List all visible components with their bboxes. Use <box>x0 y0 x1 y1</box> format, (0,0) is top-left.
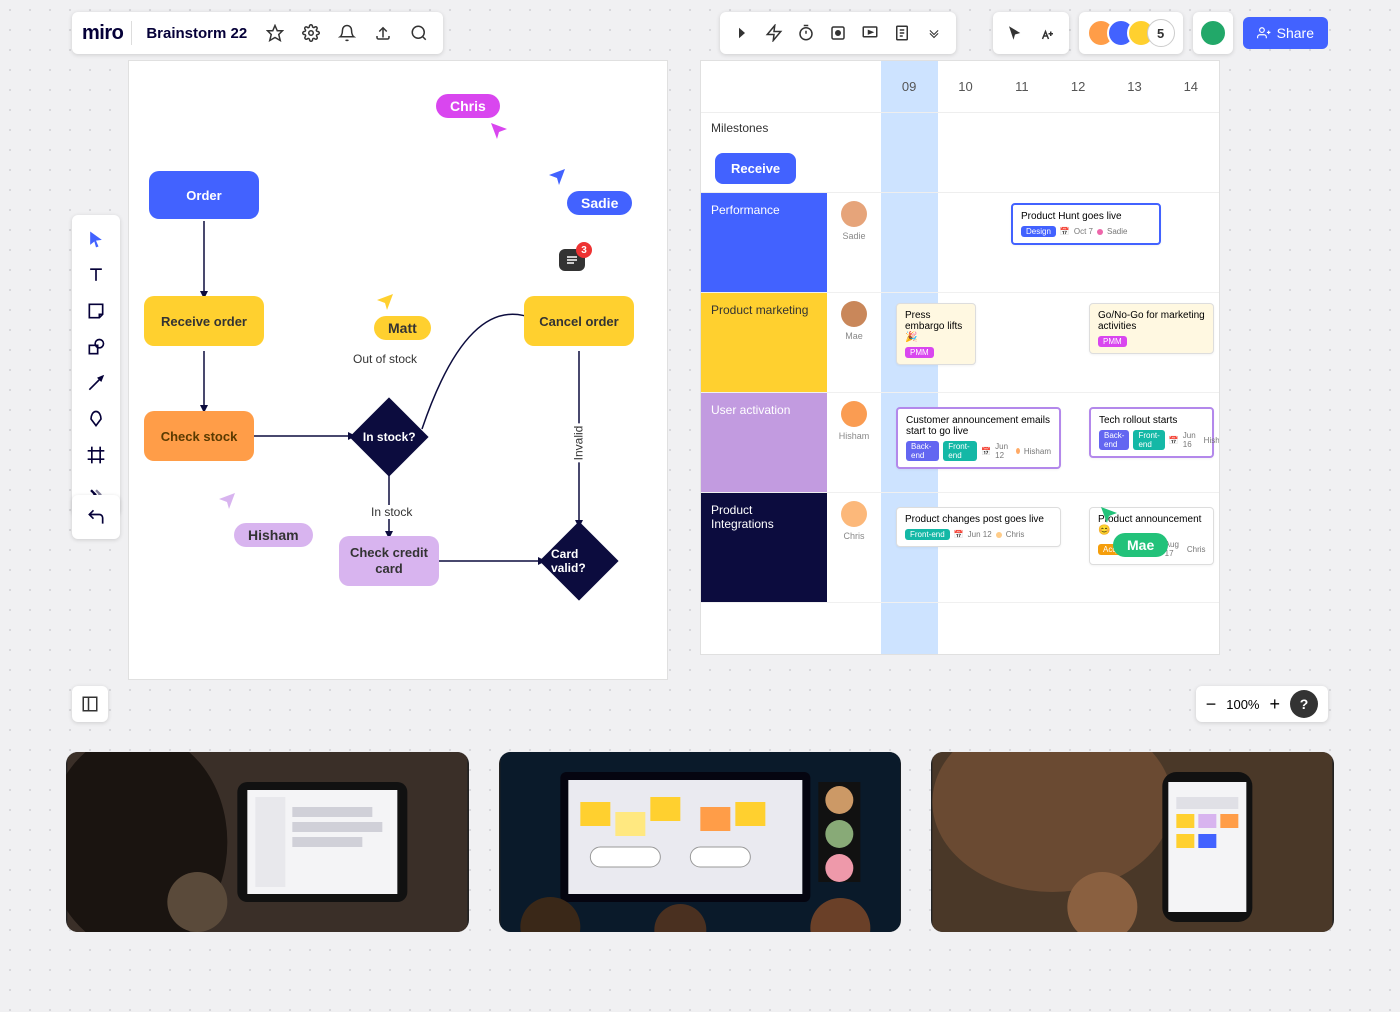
notes-icon[interactable] <box>888 19 916 47</box>
frame-tool[interactable] <box>78 439 114 471</box>
zoom-bar: − 100% + ? <box>1196 686 1328 722</box>
promo-tv[interactable] <box>499 752 902 932</box>
col-13: 13 <box>1106 79 1162 94</box>
line-tool[interactable] <box>78 367 114 399</box>
board-title[interactable]: Brainstorm 22 <box>140 25 253 42</box>
frames-panel-button[interactable] <box>72 686 108 722</box>
row-integrations: Product Integrations Chris Product chang… <box>701 493 1219 603</box>
timeline-header: 09 10 11 12 13 14 <box>701 61 1219 113</box>
node-receive[interactable]: Receive order <box>144 296 264 346</box>
more-apps-icon[interactable] <box>920 19 948 47</box>
row-avatar[interactable] <box>841 301 867 327</box>
card-pm1[interactable]: Press embargo lifts 🎉 PMM <box>896 303 976 365</box>
share-label: Share <box>1277 25 1314 41</box>
apps-bar <box>720 12 956 54</box>
bolt-icon[interactable] <box>760 19 788 47</box>
own-avatar[interactable] <box>1199 19 1227 47</box>
card-ua2[interactable]: Tech rollout starts Back-endFront-end📅Ju… <box>1089 407 1214 458</box>
row-avatar[interactable] <box>841 501 867 527</box>
milestone-receive[interactable]: Receive <box>715 153 796 184</box>
col-09: 09 <box>881 79 937 94</box>
card-ua1[interactable]: Customer announcement emails start to go… <box>896 407 1061 469</box>
node-card-valid[interactable]: Card valid? <box>539 521 618 600</box>
card-perf[interactable]: Product Hunt goes live Design📅Oct 7Sadie <box>1011 203 1161 245</box>
timer-icon[interactable] <box>792 19 820 47</box>
reactions-icon[interactable] <box>1033 19 1061 47</box>
cursor-sadie: Sadie <box>567 191 632 215</box>
collab-bar: 5 Share <box>993 12 1328 54</box>
row-marketing: Product marketing Mae Press embargo lift… <box>701 293 1219 393</box>
row-avatar[interactable] <box>841 401 867 427</box>
bell-icon[interactable] <box>333 19 361 47</box>
app-logo[interactable]: miro <box>82 22 123 45</box>
comment-count: 3 <box>576 242 592 258</box>
label-in-stock: In stock <box>369 505 414 519</box>
zoom-out[interactable]: − <box>1206 694 1217 715</box>
label-invalid: Invalid <box>571 424 585 463</box>
share-button[interactable]: Share <box>1243 17 1328 49</box>
card-pm2[interactable]: Go/No-Go for marketing activities PMM <box>1089 303 1214 354</box>
card-pi1[interactable]: Product changes post goes live Front-end… <box>896 507 1061 547</box>
pen-tool[interactable] <box>78 403 114 435</box>
col-12: 12 <box>1050 79 1106 94</box>
zoom-in[interactable]: + <box>1269 694 1280 715</box>
row-label: User activation <box>701 393 827 492</box>
col-11: 11 <box>994 79 1050 94</box>
sticky-tool[interactable] <box>78 295 114 327</box>
caret-right-icon[interactable] <box>728 19 756 47</box>
undo-bar <box>72 495 120 539</box>
cursor-chris: Chris <box>436 94 500 118</box>
cursor-matt-ptr <box>377 294 397 314</box>
cursor-hisham-ptr <box>219 493 239 513</box>
comment-icon[interactable]: 3 <box>559 249 585 271</box>
cursor-tool-icon[interactable] <box>1001 19 1029 47</box>
row-label: Performance <box>701 193 827 292</box>
help-button[interactable]: ? <box>1290 690 1318 718</box>
export-icon[interactable] <box>369 19 397 47</box>
node-check-card[interactable]: Check credit card <box>339 536 439 586</box>
side-toolbar <box>72 215 120 515</box>
row-performance: Performance Sadie Product Hunt goes live… <box>701 193 1219 293</box>
cursor-hisham: Hisham <box>234 523 313 547</box>
record-icon[interactable] <box>824 19 852 47</box>
text-tool[interactable] <box>78 259 114 291</box>
label-out-of-stock: Out of stock <box>351 352 419 366</box>
zoom-level[interactable]: 100% <box>1226 697 1259 712</box>
row-activation: User activation Hisham Customer announce… <box>701 393 1219 493</box>
undo-button[interactable] <box>78 501 114 533</box>
cursor-chris-ptr <box>491 123 511 143</box>
cursor-matt: Matt <box>374 316 431 340</box>
cursor-mae-ptr <box>1101 507 1121 527</box>
header-bar: miro Brainstorm 22 <box>72 12 443 54</box>
col-10: 10 <box>937 79 993 94</box>
promo-phone[interactable] <box>931 752 1334 932</box>
milestones-label: Milestones <box>711 121 768 135</box>
col-14: 14 <box>1163 79 1219 94</box>
row-label: Product Integrations <box>701 493 827 602</box>
promo-tablet[interactable] <box>66 752 469 932</box>
timeline-frame[interactable]: 09 10 11 12 13 14 Milestones Receive Per… <box>700 60 1220 655</box>
shape-tool[interactable] <box>78 331 114 363</box>
avatar-overflow[interactable]: 5 <box>1147 19 1175 47</box>
present-icon[interactable] <box>856 19 884 47</box>
collaborators[interactable]: 5 <box>1087 19 1175 47</box>
cursor-sadie-ptr <box>549 169 569 189</box>
milestone-row: Milestones Receive <box>701 113 1219 193</box>
node-order[interactable]: Order <box>149 171 259 219</box>
node-check-stock[interactable]: Check stock <box>144 411 254 461</box>
node-cancel[interactable]: Cancel order <box>524 296 634 346</box>
search-icon[interactable] <box>405 19 433 47</box>
flowchart-frame[interactable]: Order Receive order Check stock In stock… <box>128 60 668 680</box>
promo-row <box>66 752 1334 932</box>
settings-icon[interactable] <box>297 19 325 47</box>
node-in-stock[interactable]: In stock? <box>349 397 428 476</box>
select-tool[interactable] <box>78 223 114 255</box>
cursor-mae: Mae <box>1113 533 1168 557</box>
star-icon[interactable] <box>261 19 289 47</box>
row-avatar[interactable] <box>841 201 867 227</box>
row-label: Product marketing <box>701 293 827 392</box>
